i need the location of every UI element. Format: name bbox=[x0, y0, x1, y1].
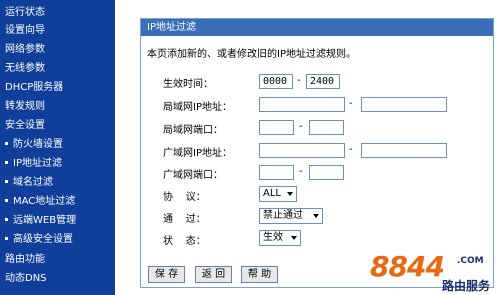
status-select[interactable]: 生效 bbox=[259, 230, 301, 246]
lan-ip-dash: - bbox=[349, 98, 353, 109]
protocol-value: ALL bbox=[263, 188, 281, 199]
chevron-down-icon bbox=[287, 192, 293, 196]
panel-description: 本页添加新的、或者修改旧的IP地址过滤规则。 bbox=[147, 49, 356, 60]
time-dash: - bbox=[297, 75, 301, 86]
wan-port-label: 广域网端口： bbox=[163, 170, 223, 181]
wan-port-start-input[interactable] bbox=[259, 165, 294, 180]
pass-value: 禁止通过 bbox=[263, 210, 303, 221]
pass-select[interactable]: 禁止通过 bbox=[259, 208, 323, 224]
wan-ip-dash: - bbox=[349, 144, 353, 155]
watermark-number: 8844 bbox=[370, 250, 445, 283]
lan-ip-end-input[interactable] bbox=[361, 97, 447, 112]
sidebar-item-label: 防火墙设置 bbox=[13, 139, 63, 150]
sidebar-item-firewall[interactable]: 防火墙设置 bbox=[0, 136, 115, 154]
sidebar-item-dhcp[interactable]: DHCP服务器 bbox=[0, 79, 115, 97]
sidebar-item-label: IP地址过滤 bbox=[13, 158, 62, 169]
sidebar-item-label: 域名过滤 bbox=[13, 177, 53, 188]
lan-port-dash: - bbox=[299, 121, 303, 132]
sidebar-item-label: 无线参数 bbox=[5, 63, 45, 74]
effective-time-label: 生效时间： bbox=[163, 79, 213, 90]
bullet-icon bbox=[5, 217, 8, 221]
watermark-cn: 路由服务 bbox=[442, 279, 491, 293]
sidebar-item-status[interactable]: 运行状态 bbox=[0, 4, 115, 22]
wan-port-end-input[interactable] bbox=[309, 165, 344, 180]
help-button[interactable]: 帮 助 bbox=[241, 266, 278, 283]
time-start-input[interactable]: 0000 bbox=[259, 74, 293, 89]
status-label: 状 态： bbox=[163, 236, 206, 247]
time-end-input[interactable]: 2400 bbox=[306, 74, 340, 89]
protocol-select[interactable]: ALL bbox=[259, 186, 297, 202]
bullet-icon bbox=[5, 236, 8, 240]
lan-port-label: 局域网端口： bbox=[163, 125, 223, 136]
lan-port-end-input[interactable] bbox=[309, 120, 344, 135]
sidebar-item-routing[interactable]: 路由功能 bbox=[0, 251, 115, 269]
sidebar-nav: 运行状态 设置向导 网络参数 无线参数 DHCP服务器 转发规则 安全设置 防火… bbox=[0, 0, 115, 295]
sidebar-item-label: 高级安全设置 bbox=[13, 234, 73, 245]
sidebar-item-label: 网络参数 bbox=[5, 44, 45, 55]
ip-filter-panel: IP地址过滤 本页添加新的、或者修改旧的IP地址过滤规则。 生效时间： 0000… bbox=[140, 18, 494, 288]
panel-title: IP地址过滤 bbox=[141, 19, 493, 36]
save-button[interactable]: 保 存 bbox=[148, 266, 185, 283]
sidebar-item-label: MAC地址过滤 bbox=[13, 196, 76, 207]
sidebar-item-security[interactable]: 安全设置 bbox=[0, 117, 115, 135]
watermark-com: .COM bbox=[457, 256, 484, 266]
protocol-label: 协 议： bbox=[163, 192, 206, 203]
sidebar-item-label: 动态DNS bbox=[5, 273, 47, 284]
bullet-icon bbox=[5, 198, 8, 202]
sidebar-item-label: 安全设置 bbox=[5, 120, 45, 131]
bullet-icon bbox=[5, 179, 8, 183]
wan-ip-start-input[interactable] bbox=[259, 143, 345, 158]
sidebar-item-ddns[interactable]: 动态DNS bbox=[0, 270, 115, 288]
status-value: 生效 bbox=[263, 232, 283, 243]
bullet-icon bbox=[5, 141, 8, 145]
lan-port-start-input[interactable] bbox=[259, 120, 294, 135]
sidebar-item-domain-filter[interactable]: 域名过滤 bbox=[0, 174, 115, 192]
sidebar-item-remote-web[interactable]: 远端WEB管理 bbox=[0, 212, 115, 230]
back-button[interactable]: 返 回 bbox=[195, 266, 232, 283]
chevron-down-icon bbox=[291, 236, 297, 240]
sidebar-item-label: 路由功能 bbox=[5, 254, 45, 265]
chevron-down-icon bbox=[313, 214, 319, 218]
pass-label: 通 过： bbox=[163, 214, 206, 225]
sidebar-item-ip-filter[interactable]: IP地址过滤 bbox=[0, 155, 115, 173]
watermark-logo: 8844 .COM 路由服务 bbox=[370, 250, 500, 295]
sidebar-item-label: 设置向导 bbox=[5, 25, 45, 36]
sidebar-item-label: 转发规则 bbox=[5, 101, 45, 112]
sidebar-item-wireless[interactable]: 无线参数 bbox=[0, 60, 115, 78]
wan-ip-end-input[interactable] bbox=[361, 143, 447, 158]
wan-port-dash: - bbox=[299, 166, 303, 177]
sidebar-item-forwarding[interactable]: 转发规则 bbox=[0, 98, 115, 116]
sidebar-item-label: 远端WEB管理 bbox=[13, 215, 77, 226]
sidebar-item-mac-filter[interactable]: MAC地址过滤 bbox=[0, 193, 115, 211]
sidebar-item-label: 运行状态 bbox=[5, 7, 45, 18]
sidebar-item-advanced-security[interactable]: 高级安全设置 bbox=[0, 231, 115, 249]
sidebar-item-wizard[interactable]: 设置向导 bbox=[0, 22, 115, 40]
sidebar-item-network[interactable]: 网络参数 bbox=[0, 41, 115, 59]
bullet-icon bbox=[5, 160, 8, 164]
wan-ip-label: 广域网IP地址： bbox=[163, 148, 232, 159]
sidebar-item-label: DHCP服务器 bbox=[5, 82, 64, 93]
lan-ip-start-input[interactable] bbox=[259, 97, 345, 112]
lan-ip-label: 局域网IP地址： bbox=[163, 102, 232, 113]
